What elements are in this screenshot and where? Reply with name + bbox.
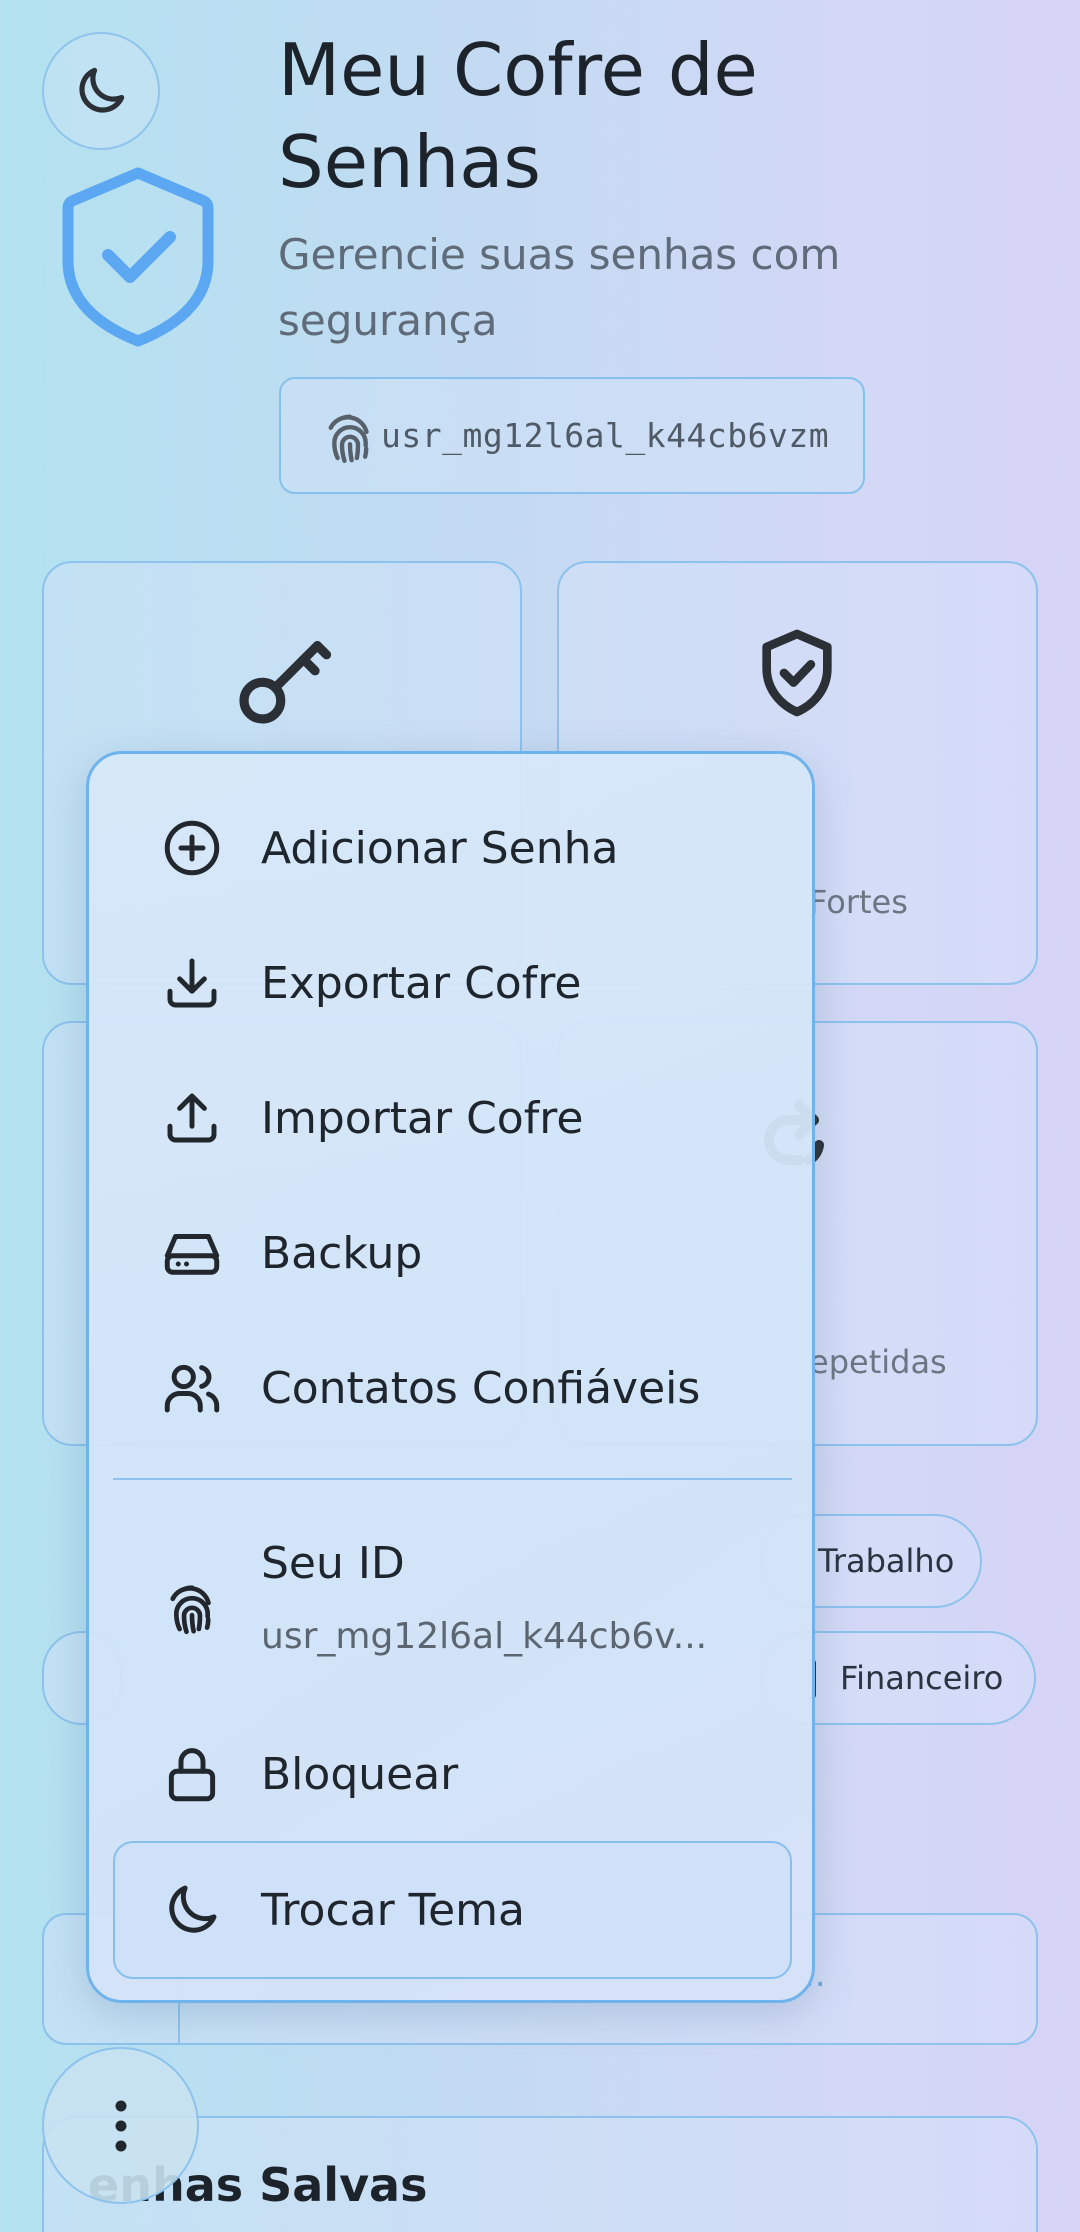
stat-label-strong: Fortes	[809, 883, 908, 921]
menu-item-toggle-theme[interactable]: Trocar Tema	[113, 1841, 792, 1979]
theme-toggle-button[interactable]	[42, 32, 160, 150]
user-id-chip[interactable]: usr_mg12l6al_k44cb6vzm	[279, 377, 865, 494]
menu-item-label: Trocar Tema	[261, 1884, 525, 1936]
menu-item-label: Backup	[261, 1227, 423, 1279]
moon-icon	[79, 67, 125, 113]
actions-menu: Adicionar Senha Exportar Cofre Importar …	[86, 751, 815, 2003]
menu-item-backup[interactable]: Backup	[89, 1203, 812, 1303]
shield-check-icon	[62, 167, 214, 347]
moon-icon	[169, 1885, 217, 1933]
menu-item-label: Adicionar Senha	[261, 822, 619, 874]
lock-icon	[168, 1748, 216, 1802]
page-title: Meu Cofre de Senhas	[278, 28, 758, 204]
menu-item-label: Exportar Cofre	[261, 957, 582, 1009]
menu-user-id-value[interactable]: usr_mg12l6al_k44cb6v...	[261, 1616, 707, 1657]
stat-label-repeated: epetidas	[809, 1343, 947, 1381]
menu-item-add-password[interactable]: Adicionar Senha	[89, 798, 812, 898]
menu-item-label: Importar Cofre	[261, 1092, 584, 1144]
users-icon	[164, 1364, 220, 1413]
upload-icon	[167, 1093, 217, 1143]
menu-divider	[113, 1478, 792, 1480]
menu-item-trusted-contacts[interactable]: Contatos Confiáveis	[89, 1338, 812, 1438]
menu-item-lock[interactable]: Bloquear	[89, 1724, 812, 1824]
menu-user-id-label: Seu ID	[261, 1538, 405, 1589]
download-icon	[167, 958, 217, 1008]
category-chip-label: Financeiro	[840, 1659, 1004, 1697]
fingerprint-icon	[170, 1585, 211, 1635]
fingerprint-icon	[328, 414, 369, 463]
menu-item-label: Contatos Confiáveis	[261, 1362, 701, 1414]
hard-drive-icon	[164, 1234, 220, 1275]
page-subtitle: Gerencie suas senhas com segurança	[278, 230, 841, 345]
user-id-text: usr_mg12l6al_k44cb6vzm	[381, 416, 830, 455]
more-vertical-icon	[115, 2100, 126, 2151]
category-chip-label: Trabalho	[818, 1542, 955, 1580]
plus-circle-icon	[164, 820, 220, 876]
more-options-button[interactable]	[42, 2047, 199, 2204]
menu-item-label: Bloquear	[261, 1748, 459, 1800]
key-icon	[239, 641, 332, 724]
menu-item-export[interactable]: Exportar Cofre	[89, 933, 812, 1033]
shield-check-icon	[762, 629, 832, 717]
menu-item-import[interactable]: Importar Cofre	[89, 1068, 812, 1168]
